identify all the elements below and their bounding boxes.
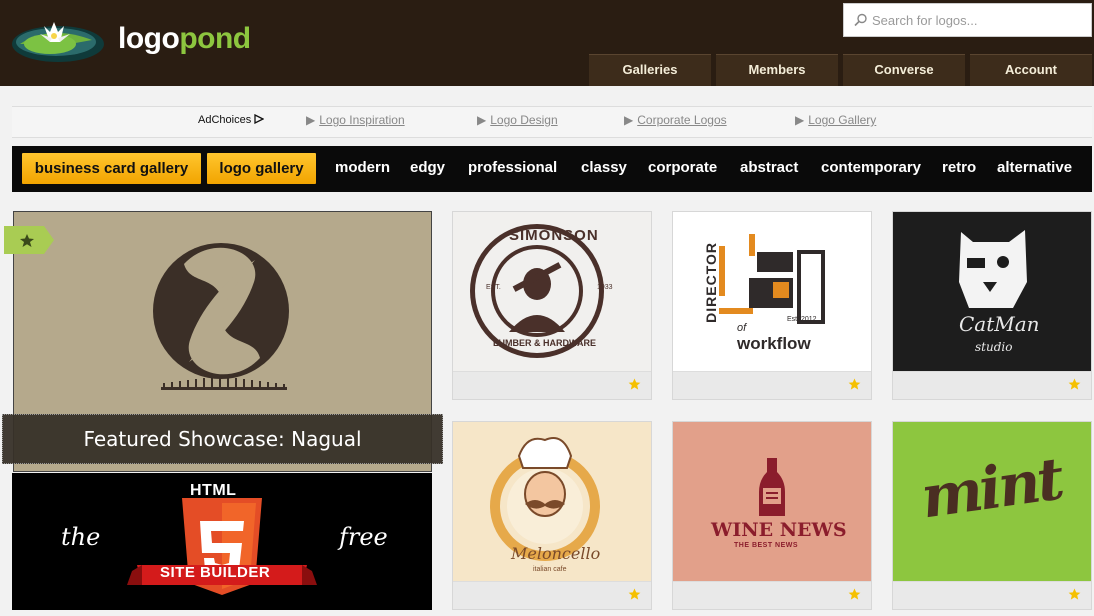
html5-badge-top: HTML [190,482,237,499]
ad-link-corporate-logos[interactable]: ▶ Corporate Logos [624,113,727,127]
favorite-star-icon[interactable] [628,588,641,601]
favorite-star-icon[interactable] [628,378,641,391]
nav-galleries[interactable]: Galleries [589,54,711,86]
logo-word-part1: logo [118,22,180,55]
html5-badge-banner: SITE BUILDER [160,564,271,581]
featured-caption[interactable]: Featured Showcase: Nagual [2,414,443,464]
nav-members[interactable]: Members [716,54,838,86]
thumb-footer [673,371,871,399]
promo-left-word: the [61,523,101,551]
simonson-year: 1933 [597,284,613,291]
play-icon: ▶ [795,113,805,127]
tag-corporate[interactable]: corporate [648,159,717,176]
catman-title: CatMan [959,312,1040,336]
tag-edgy[interactable]: edgy [410,159,445,176]
ad-link-label: Logo Gallery [808,113,877,127]
ad-link-label: Logo Inspiration [319,113,405,127]
site-header: logopond Galleries Members Converse Acco… [0,0,1094,86]
wine-news-subtitle: THE BEST NEWS [734,542,799,549]
ad-link-logo-gallery[interactable]: ▶ Logo Gallery [795,113,876,127]
play-icon: ▶ [624,113,634,127]
meloncello-title: Meloncello [511,544,601,563]
lily-pad-icon [12,22,104,62]
simonson-est: EST. [486,284,501,291]
logopond-logo[interactable]: logopond [10,12,251,66]
search-box [843,3,1092,37]
ad-link-label: Corporate Logos [637,113,727,127]
favorite-star-icon[interactable] [1068,588,1081,601]
tag-bar: business card gallery logo gallery moder… [12,146,1092,192]
ad-link-logo-inspiration[interactable]: ▶ Logo Inspiration [306,113,405,127]
tag-modern[interactable]: modern [335,159,390,176]
tag-logo-gallery[interactable]: logo gallery [207,153,316,184]
workflow-workflow-text: workflow [737,334,811,353]
logo-thumb-director-workflow[interactable]: DIRECTOR of workflow Est. 2012 [672,211,872,400]
adchoices-icon [254,113,265,125]
promo-right-word: free [339,523,388,551]
nav-converse[interactable]: Converse [843,54,965,86]
tag-classy[interactable]: classy [581,159,627,176]
thumb-image [673,422,871,581]
logo-thumb-catman[interactable]: CatMan studio [892,211,1092,400]
meloncello-subtitle: italian cafe [533,566,567,573]
logo-thumb-mint[interactable]: mint [892,421,1092,610]
workflow-director-text: DIRECTOR [703,242,719,323]
thumb-footer [453,371,651,399]
ad-link-logo-design[interactable]: ▶ Logo Design [477,113,558,127]
wine-bottle-icon [759,458,785,516]
wine-news-title: WINE NEWS [711,519,847,541]
featured-ribbon [4,226,54,254]
favorite-star-icon[interactable] [1068,378,1081,391]
adchoices[interactable]: AdChoices [198,113,265,126]
adchoices-label: AdChoices [198,114,252,126]
tag-retro[interactable]: retro [942,159,976,176]
ad-link-label: Logo Design [490,113,558,127]
simonson-top-text: SIMONSON [509,227,599,244]
play-icon: ▶ [306,113,316,127]
favorite-star-icon[interactable] [848,588,861,601]
tag-business-card-gallery[interactable]: business card gallery [22,153,201,184]
tag-professional[interactable]: professional [468,159,557,176]
workflow-est-text: Est. 2012 [787,316,817,323]
search-input[interactable] [872,4,1087,36]
html5-promo-banner[interactable]: the free HTML 5 SITE BUILDER [12,473,432,610]
logo-word-part2: pond [179,22,251,55]
nav-account[interactable]: Account [970,54,1092,86]
thumb-footer [453,581,651,609]
tag-alternative[interactable]: alternative [997,159,1072,176]
thumb-footer [893,371,1091,399]
ad-bar: AdChoices ▶ Logo Inspiration ▶ Logo Design… [12,106,1092,138]
thumb-footer [893,581,1091,609]
logo-thumb-meloncello[interactable]: Meloncello italian cafe [452,421,652,610]
logo-thumb-wine-news[interactable]: WINE NEWS THE BEST NEWS [672,421,872,610]
favorite-star-icon[interactable] [848,378,861,391]
play-icon: ▶ [477,113,487,127]
logo-wordmark: logopond [118,22,251,56]
workflow-of-text: of [737,322,747,334]
catman-studio: studio [975,340,1013,354]
simonson-bottom-text: LUMBER & HARDWARE [493,338,596,348]
thumb-footer [673,581,871,609]
tag-abstract[interactable]: abstract [740,159,798,176]
tag-contemporary[interactable]: contemporary [821,159,921,176]
logo-thumb-simonson[interactable]: SIMONSON LUMBER & HARDWARE EST. 1933 [452,211,652,400]
search-icon [854,13,867,27]
